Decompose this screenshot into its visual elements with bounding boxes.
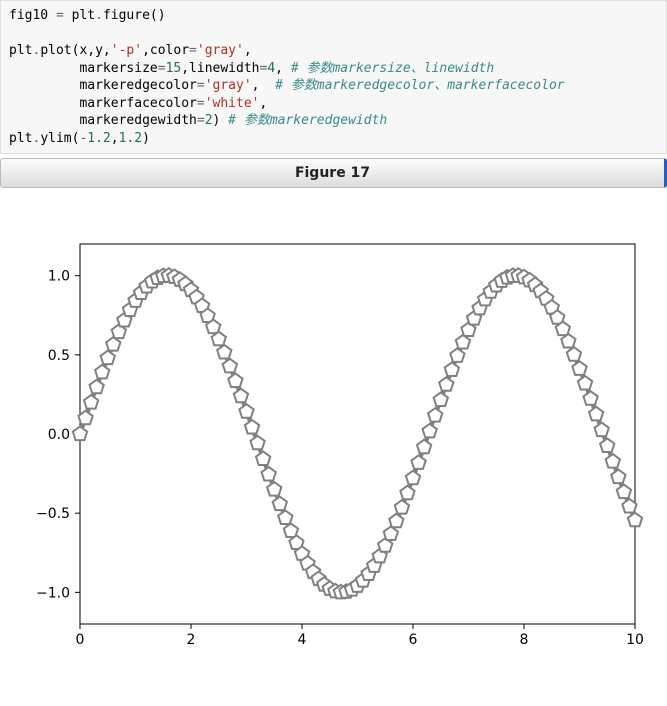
marker-pentagon-icon xyxy=(101,351,115,365)
marker-pentagon-icon xyxy=(95,365,109,379)
marker-pentagon-icon xyxy=(84,395,98,409)
y-tick-label: −1.0 xyxy=(36,586,70,602)
code-line-8: plt.ylim(-1.2,1.2) xyxy=(9,131,150,146)
chart-svg: 0 2 4 6 8 10 −1.0 −0.5 0.0 0.5 1.0 xyxy=(10,224,650,654)
marker-pentagon-icon xyxy=(428,408,442,422)
code-line-4: markersize=15,linewidth=4, # 参数markersiz… xyxy=(9,61,494,76)
x-tick-label: 10 xyxy=(626,632,644,648)
marker-pentagon-icon xyxy=(245,420,259,434)
marker-pentagon-icon xyxy=(417,440,431,454)
marker-pentagon-icon xyxy=(250,436,264,450)
code-line-7: markeredgewidth=2) # 参数markeredgewidth xyxy=(9,113,387,128)
y-tick-label: −0.5 xyxy=(36,507,70,523)
y-tick-label: 0.5 xyxy=(48,348,70,364)
marker-pentagon-icon xyxy=(567,348,581,362)
marker-pentagon-icon xyxy=(628,513,642,527)
x-tick-label: 6 xyxy=(409,632,418,648)
marker-pentagon-icon xyxy=(234,389,248,403)
figure-title-bar: Figure 17 xyxy=(0,158,667,188)
marker-pentagon-icon xyxy=(450,349,464,363)
marker-pentagon-icon xyxy=(389,514,403,528)
marker-pentagon-icon xyxy=(617,485,631,499)
y-tick-label: 0.0 xyxy=(48,427,70,443)
marker-pentagon-icon xyxy=(423,424,437,438)
marker-pentagon-icon xyxy=(622,499,636,513)
marker-pentagon-icon xyxy=(445,363,459,377)
marker-pentagon-icon xyxy=(434,393,448,407)
code-line-1: fig10 = plt.figure() xyxy=(9,8,166,23)
marker-pentagon-icon xyxy=(411,456,425,470)
marker-pentagon-icon xyxy=(600,439,614,453)
x-tick-label: 4 xyxy=(298,632,307,648)
marker-pentagon-icon xyxy=(400,486,414,500)
marker-pentagon-icon xyxy=(239,405,253,419)
marker-pentagon-icon xyxy=(578,376,592,390)
marker-pentagon-icon xyxy=(223,359,237,373)
marker-pentagon-icon xyxy=(262,467,276,481)
marker-pentagon-icon xyxy=(439,378,453,392)
code-cell: fig10 = plt.figure() plt.plot(x,y,'-p',c… xyxy=(0,0,667,154)
marker-pentagon-icon xyxy=(572,362,586,376)
marker-pentagon-icon xyxy=(395,500,409,514)
marker-pentagon-icon xyxy=(90,380,104,394)
y-tick-label: 1.0 xyxy=(48,269,70,285)
marker-pentagon-icon xyxy=(106,337,120,351)
marker-pentagon-icon xyxy=(256,452,270,466)
marker-pentagon-icon xyxy=(73,427,87,441)
marker-pentagon-icon xyxy=(589,407,603,421)
x-tick-label: 8 xyxy=(520,632,529,648)
marker-pentagon-icon xyxy=(228,374,242,388)
marker-pentagon-icon xyxy=(273,497,287,511)
figure-title: Figure 17 xyxy=(295,165,370,181)
marker-pentagon-icon xyxy=(267,482,281,496)
marker-pentagon-icon xyxy=(595,423,609,437)
marker-pentagon-icon xyxy=(384,527,398,541)
marker-pentagon-icon xyxy=(406,471,420,485)
code-line-6: markerfacecolor='white', xyxy=(9,96,267,111)
x-tick-label: 2 xyxy=(187,632,196,648)
marker-pentagon-icon xyxy=(611,470,625,484)
marker-pentagon-icon xyxy=(606,454,620,468)
marker-pentagon-icon xyxy=(278,511,292,525)
plot-area: 0 2 4 6 8 10 −1.0 −0.5 0.0 0.5 1.0 xyxy=(0,224,667,654)
marker-pentagon-icon xyxy=(78,411,92,425)
code-line-3: plt.plot(x,y,'-p',color='gray', xyxy=(9,43,252,58)
x-tick-label: 0 xyxy=(76,632,85,648)
marker-pentagon-icon xyxy=(217,345,231,359)
code-line-5: markeredgecolor='gray', # 参数markeredgeco… xyxy=(9,78,565,93)
marker-pentagon-icon xyxy=(583,392,597,406)
